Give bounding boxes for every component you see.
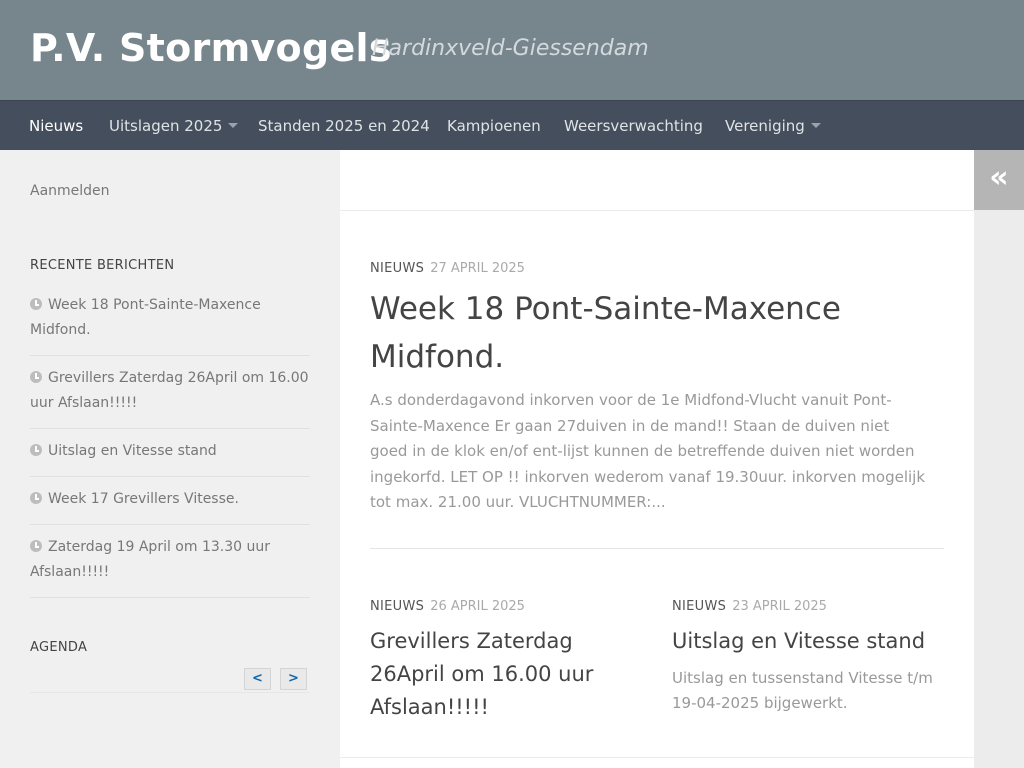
- agenda-title: AGENDA: [30, 640, 88, 655]
- recent-post-item[interactable]: Grevillers Zaterdag 26April om 16.00 uur…: [30, 366, 310, 429]
- sidebar: Aanmelden RECENTE BERICHTEN Week 18 Pont…: [0, 150, 340, 768]
- agenda-navigation: < >: [30, 663, 310, 693]
- post-meta: NIEUWS 26 APRIL 2025: [370, 599, 525, 614]
- recent-post-link[interactable]: Zaterdag 19 April om 13.30 uur Afslaan!!…: [30, 539, 270, 580]
- recent-post-item[interactable]: Zaterdag 19 April om 13.30 uur Afslaan!!…: [30, 535, 310, 598]
- post-category-link[interactable]: NIEUWS: [672, 599, 726, 614]
- content-divider: [340, 757, 974, 758]
- post-date: 27 APRIL 2025: [430, 261, 525, 276]
- site-header: P.V. Stormvogels Hardinxveld-Giessendam: [0, 0, 1024, 100]
- recent-post-link[interactable]: Week 18 Pont-Sainte-Maxence Midfond.: [30, 297, 261, 338]
- nav-item-label: Nieuws: [29, 117, 84, 135]
- clock-icon: [30, 371, 42, 383]
- nav-item-kampioenen[interactable]: Kampioenen: [447, 101, 541, 151]
- featured-post-meta: NIEUWS 27 APRIL 2025: [370, 261, 525, 276]
- recent-post-link[interactable]: Week 17 Grevillers Vitesse.: [48, 491, 239, 507]
- nav-item-uitslagen[interactable]: Uitslagen 2025: [109, 101, 239, 151]
- post-excerpt: Uitslag en tussenstand Vitesse t/m 19-04…: [672, 669, 933, 712]
- clock-icon: [30, 492, 42, 504]
- nav-item-standen[interactable]: Standen 2025 en 2024: [258, 101, 430, 151]
- featured-post-title[interactable]: Week 18 Pont-Sainte-Maxence Midfond.: [370, 285, 930, 381]
- post-title[interactable]: Grevillers Zaterdag 26April om 16.00 uur…: [370, 625, 650, 724]
- nav-item-label: Standen 2025 en 2024: [258, 117, 430, 135]
- agenda-next-button[interactable]: >: [280, 668, 307, 690]
- clock-icon: [30, 444, 42, 456]
- chevron-down-icon: [810, 123, 821, 128]
- post-date: 23 APRIL 2025: [732, 599, 827, 614]
- recent-posts-title: RECENTE BERICHTEN: [30, 258, 175, 273]
- post-meta: NIEUWS 23 APRIL 2025: [672, 599, 827, 614]
- post-date: 26 APRIL 2025: [430, 599, 525, 614]
- post-category-link[interactable]: NIEUWS: [370, 261, 424, 276]
- nav-item-nieuws[interactable]: Nieuws: [29, 101, 83, 151]
- post-title[interactable]: Uitslag en Vitesse stand: [672, 625, 952, 658]
- nav-item-vereniging[interactable]: Vereniging: [725, 101, 821, 151]
- recent-post-link[interactable]: Uitslag en Vitesse stand: [48, 443, 217, 459]
- post-category-link[interactable]: NIEUWS: [370, 599, 424, 614]
- recent-post-item[interactable]: Week 18 Pont-Sainte-Maxence Midfond.: [30, 293, 310, 356]
- nav-item-label: Vereniging: [725, 117, 805, 135]
- featured-post-excerpt: A.s donderdagavond inkorven voor de 1e M…: [370, 391, 926, 511]
- nav-item-label: Uitslagen 2025: [109, 117, 223, 135]
- nav-item-label: Kampioenen: [447, 117, 541, 135]
- recent-post-item[interactable]: Uitslag en Vitesse stand: [30, 439, 310, 477]
- site-title[interactable]: P.V. Stormvogels: [30, 26, 392, 70]
- agenda-prev-button[interactable]: <: [244, 668, 271, 690]
- right-sidebar-gutter: [974, 150, 1024, 768]
- recent-post-item[interactable]: Week 17 Grevillers Vitesse.: [30, 487, 310, 525]
- nav-item-label: Weersverwachting: [564, 117, 703, 135]
- double-chevron-left-icon: «: [989, 160, 1009, 195]
- recent-posts-list: Week 18 Pont-Sainte-Maxence Midfond. Gre…: [30, 293, 310, 608]
- post-divider: [370, 548, 944, 549]
- main-nav: Nieuws Uitslagen 2025 Standen 2025 en 20…: [0, 100, 1024, 150]
- nav-item-weersverwachting[interactable]: Weersverwachting: [564, 101, 703, 151]
- recent-post-link[interactable]: Grevillers Zaterdag 26April om 16.00 uur…: [30, 370, 309, 411]
- login-link[interactable]: Aanmelden: [30, 183, 110, 199]
- site-tagline: Hardinxveld-Giessendam: [372, 36, 649, 61]
- clock-icon: [30, 540, 42, 552]
- content-top-bar: [340, 150, 974, 211]
- sidebar-toggle-button[interactable]: «: [974, 150, 1024, 210]
- chevron-down-icon: [228, 123, 239, 128]
- main-content: NIEUWS 27 APRIL 2025 Week 18 Pont-Sainte-…: [340, 150, 974, 768]
- clock-icon: [30, 298, 42, 310]
